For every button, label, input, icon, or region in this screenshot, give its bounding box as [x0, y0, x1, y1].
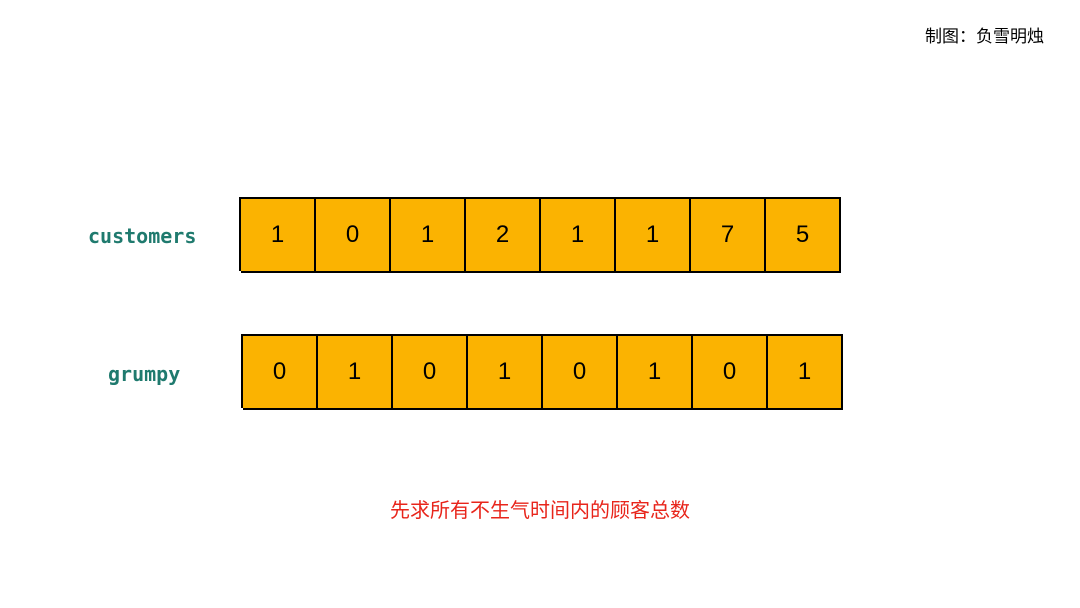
grumpy-cell-1: 1 — [318, 334, 393, 410]
grumpy-cell-5: 1 — [618, 334, 693, 410]
customers-cell-7: 5 — [766, 197, 841, 273]
customers-array: 1 0 1 2 1 1 7 5 — [239, 197, 841, 273]
customers-cell-1: 0 — [316, 197, 391, 273]
grumpy-cell-4: 0 — [543, 334, 618, 410]
grumpy-label: grumpy — [108, 362, 181, 386]
grumpy-cell-6: 0 — [693, 334, 768, 410]
grumpy-cell-0: 0 — [243, 334, 318, 410]
customers-cell-2: 1 — [391, 197, 466, 273]
customers-cell-5: 1 — [616, 197, 691, 273]
grumpy-array: 0 1 0 1 0 1 0 1 — [241, 334, 843, 410]
caption-text: 先求所有不生气时间内的顾客总数 — [390, 498, 690, 522]
grumpy-cell-2: 0 — [393, 334, 468, 410]
customers-label: customers — [88, 224, 197, 248]
customers-cell-4: 1 — [541, 197, 616, 273]
credit-text: 制图：负雪明烛 — [925, 27, 1044, 47]
grumpy-cell-7: 1 — [768, 334, 843, 410]
customers-cell-6: 7 — [691, 197, 766, 273]
customers-cell-3: 2 — [466, 197, 541, 273]
customers-cell-0: 1 — [241, 197, 316, 273]
grumpy-cell-3: 1 — [468, 334, 543, 410]
